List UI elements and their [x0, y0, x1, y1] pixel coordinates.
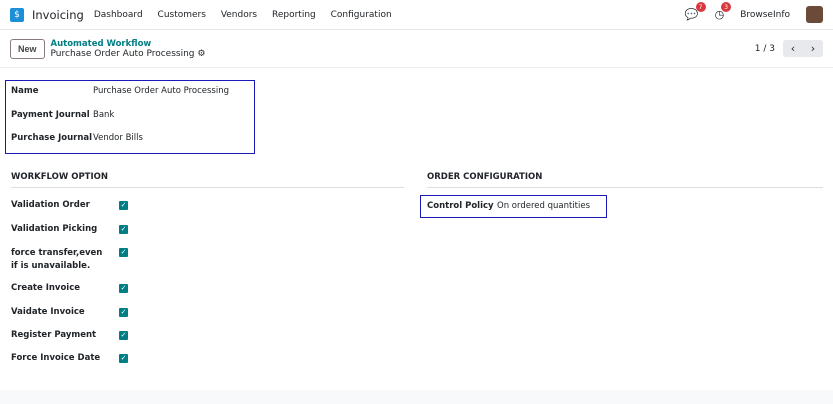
activities-icon[interactable]: ◷ 3 — [715, 2, 732, 21]
force-invoice-date-label: Force Invoice Date — [11, 353, 101, 363]
menu-dashboard[interactable]: Dashboard — [94, 10, 143, 20]
register-payment-label: Register Payment — [11, 330, 97, 340]
validation-order-checkbox[interactable]: ✓ — [119, 201, 128, 210]
gear-icon[interactable]: ⚙ — [197, 49, 205, 59]
control-panel: New Automated Workflow Purchase Order Au… — [0, 30, 833, 68]
menu-customers[interactable]: Customers — [158, 10, 206, 20]
pager-value[interactable]: 1 / 3 — [755, 44, 775, 54]
control-policy-field[interactable]: On ordered quantities — [497, 201, 590, 211]
payment-journal-label: Payment Journal — [11, 110, 90, 120]
messages-badge: 7 — [695, 2, 706, 12]
order-section-title: ORDER CONFIGURATION — [427, 172, 823, 188]
create-invoice-checkbox[interactable]: ✓ — [119, 284, 128, 293]
breadcrumb-current: Purchase Order Auto Processing — [50, 48, 195, 59]
validation-picking-label: Validation Picking — [11, 224, 98, 234]
menu-vendors[interactable]: Vendors — [221, 10, 257, 20]
name-label: Name — [11, 86, 39, 96]
validation-order-label: Validation Order — [11, 200, 90, 210]
validation-picking-checkbox[interactable]: ✓ — [119, 225, 128, 234]
new-button[interactable]: New — [10, 38, 45, 59]
invoicing-app-icon[interactable]: $ — [10, 7, 24, 22]
top-nav: $ Invoicing Dashboard Customers Vendors … — [0, 0, 833, 30]
purchase-journal-label: Purchase Journal — [11, 133, 93, 143]
control-policy-label: Control Policy — [427, 201, 494, 211]
menu-reporting[interactable]: Reporting — [272, 10, 316, 20]
avatar[interactable] — [806, 6, 823, 23]
app-name[interactable]: Invoicing — [32, 8, 84, 22]
force-invoice-date-checkbox[interactable]: ✓ — [119, 354, 128, 363]
footer-strip — [0, 390, 833, 404]
create-invoice-label: Create Invoice — [11, 283, 81, 293]
force-transfer-checkbox[interactable]: ✓ — [119, 248, 128, 257]
next-icon[interactable]: › — [803, 40, 823, 57]
breadcrumb-parent[interactable]: Automated Workflow — [51, 39, 206, 49]
messages-icon[interactable]: 💬 7 — [685, 2, 706, 21]
user-name[interactable]: BrowseInfo — [740, 10, 790, 20]
validate-invoice-label: Vaidate Invoice — [11, 307, 85, 317]
validate-invoice-checkbox[interactable]: ✓ — [119, 308, 128, 317]
breadcrumb: Automated Workflow Purchase Order Auto P… — [51, 39, 206, 59]
payment-journal-field[interactable]: Bank — [93, 110, 114, 120]
register-payment-checkbox[interactable]: ✓ — [119, 331, 128, 340]
previous-icon[interactable]: ‹ — [783, 40, 803, 57]
purchase-journal-field[interactable]: Vendor Bills — [93, 133, 143, 143]
name-field[interactable]: Purchase Order Auto Processing — [93, 86, 229, 96]
menu-configuration[interactable]: Configuration — [331, 10, 392, 20]
workflow-section-title: WORKFLOW OPTION — [11, 172, 404, 188]
activities-badge: 3 — [721, 2, 732, 12]
force-transfer-label: force transfer,even if is unavailable. — [11, 248, 103, 271]
